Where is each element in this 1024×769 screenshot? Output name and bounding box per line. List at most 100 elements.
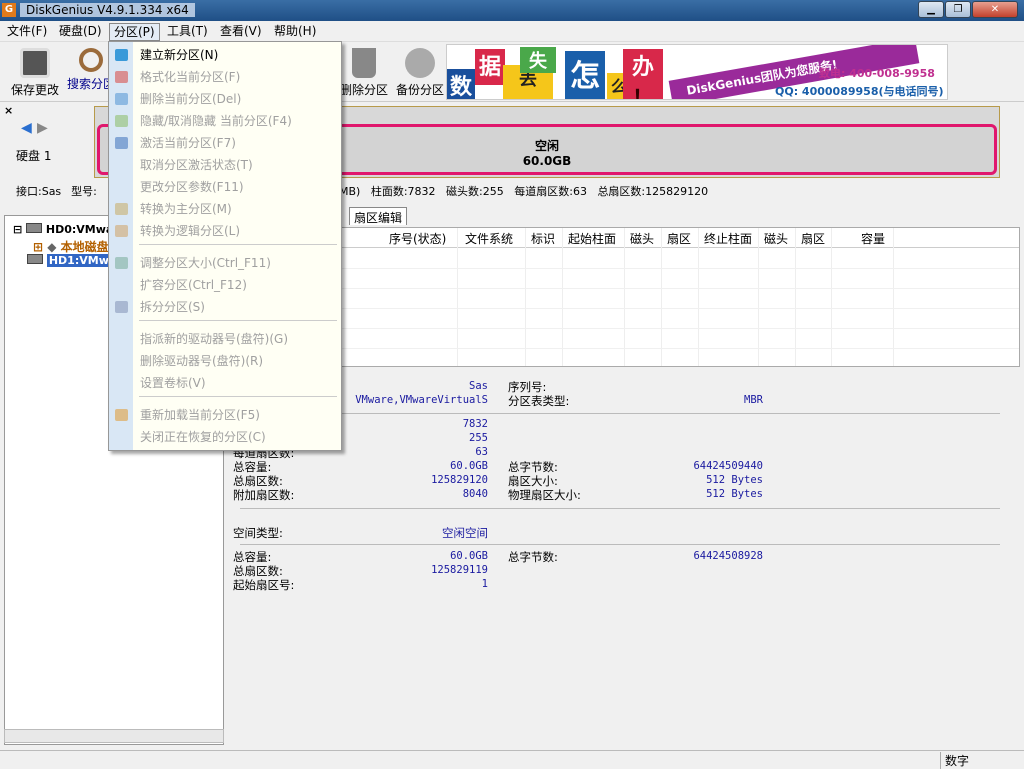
- close-button[interactable]: ✕: [972, 1, 1018, 18]
- disk-interface: 接口:Sas: [16, 185, 62, 198]
- menu-item[interactable]: 转换为主分区(M): [109, 198, 341, 220]
- col-end-sector[interactable]: 扇区: [801, 230, 825, 247]
- menu-item-icon: [115, 409, 128, 421]
- menu-item[interactable]: 指派新的驱动器号(盘符)(G): [109, 328, 341, 350]
- menu-item[interactable]: 取消分区激活状态(T): [109, 154, 341, 176]
- menu-item[interactable]: 删除驱动器号(盘符)(R): [109, 350, 341, 372]
- menu-item-label: 取消分区激活状态(T): [140, 158, 253, 172]
- partition-table: 序号(状态) 文件系统 标识 起始柱面 磁头 扇区 终止柱面 磁头 扇区 容量: [230, 227, 1020, 367]
- free-sectors-value: 125829119: [431, 564, 488, 576]
- menu-item-icon: [115, 71, 128, 83]
- save-changes-button[interactable]: 保存更改: [7, 48, 63, 98]
- start-sector-value: 1: [481, 578, 488, 590]
- menu-item[interactable]: 拆分分区(S): [109, 296, 341, 318]
- menu-item-icon: [115, 49, 128, 61]
- menu-item-label: 拆分分区(S): [140, 300, 205, 314]
- minimize-button[interactable]: ▁: [918, 1, 944, 18]
- physical-sector-size-label: 物理扇区大小:: [508, 488, 581, 502]
- disk-heads: 磁头数:255: [446, 185, 504, 198]
- disk-details: Sas VMware,VMwareVirtualS 序列号: 分区表类型: MB…: [230, 372, 1020, 746]
- banner-char: 办！: [623, 49, 663, 99]
- menu-item-label: 扩容分区(Ctrl_F12): [140, 278, 247, 292]
- close-panel-icon[interactable]: ×: [4, 104, 13, 117]
- disk-total-sectors: 总扇区数:125829120: [597, 185, 709, 198]
- sector-size-value: 512 Bytes: [706, 474, 763, 486]
- spt-value: 63: [475, 446, 488, 458]
- menu-item-label: 调整分区大小(Ctrl_F11): [140, 256, 271, 270]
- model-value: VMware,VMwareVirtualS: [355, 394, 488, 406]
- menu-item[interactable]: 重新加载当前分区(F5): [109, 404, 341, 426]
- total-sectors-value: 125829120: [431, 474, 488, 486]
- menu-item[interactable]: 调整分区大小(Ctrl_F11): [109, 252, 341, 274]
- menu-item[interactable]: 隐藏/取消隐藏 当前分区(F4): [109, 110, 341, 132]
- menu-item[interactable]: 格式化当前分区(F): [109, 66, 341, 88]
- menu-tools[interactable]: 工具(T): [163, 23, 212, 41]
- menu-item[interactable]: 激活当前分区(F7): [109, 132, 341, 154]
- menu-item-label: 更改分区参数(F11): [140, 180, 244, 194]
- start-sector-label: 起始扇区号:: [233, 578, 295, 592]
- status-bar: 数字: [0, 750, 1024, 769]
- menu-bar: 文件(F) 硬盘(D) 分区(P) 工具(T) 查看(V) 帮助(H): [0, 21, 1024, 42]
- col-end-cyl[interactable]: 终止柱面: [704, 230, 752, 247]
- menu-item[interactable]: 关闭正在恢复的分区(C): [109, 426, 341, 448]
- col-start-sector[interactable]: 扇区: [667, 230, 691, 247]
- menu-item[interactable]: 更改分区参数(F11): [109, 176, 341, 198]
- disk-cylinders: 柱面数:7832: [370, 185, 436, 198]
- partition-table-type-label: 分区表类型:: [508, 394, 570, 408]
- menu-item[interactable]: 删除当前分区(Del): [109, 88, 341, 110]
- free-bytes-label: 总字节数:: [508, 550, 558, 564]
- menu-file[interactable]: 文件(F): [3, 23, 51, 41]
- maximize-button[interactable]: ❐: [945, 1, 971, 18]
- col-start-head[interactable]: 磁头: [630, 230, 654, 247]
- tab-sector-editor[interactable]: 扇区编辑: [349, 207, 408, 225]
- banner-phone: 致电: 400-008-9958: [819, 67, 935, 80]
- menu-item-label: 关闭正在恢复的分区(C): [140, 430, 266, 444]
- tree-horizontal-scrollbar[interactable]: [4, 729, 224, 743]
- next-disk-icon[interactable]: ▶: [37, 120, 48, 136]
- menu-item-icon: [115, 225, 128, 237]
- backup-icon: [405, 48, 435, 78]
- table-header: 序号(状态) 文件系统 标识 起始柱面 磁头 扇区 终止柱面 磁头 扇区 容量: [231, 228, 1019, 248]
- col-index[interactable]: 序号(状态): [389, 230, 446, 247]
- cylinders-value: 7832: [462, 418, 488, 430]
- search-icon: [79, 48, 103, 72]
- save-label: 保存更改: [10, 83, 59, 97]
- extra-sectors-label: 附加扇区数:: [233, 488, 295, 502]
- menu-disk[interactable]: 硬盘(D): [55, 23, 106, 41]
- prev-disk-icon[interactable]: ◀: [21, 120, 32, 136]
- disk-number: 硬盘 1: [16, 149, 52, 163]
- menu-item[interactable]: 转换为逻辑分区(L): [109, 220, 341, 242]
- delete-partition-button[interactable]: 删除分区: [336, 48, 392, 98]
- menu-item[interactable]: 建立新分区(N): [109, 44, 341, 66]
- tree-node-local-disk[interactable]: ⊞ ◆ 本地磁盘: [33, 238, 109, 255]
- backup-label: 备份分区: [395, 83, 444, 97]
- total-bytes-value: 64424509440: [693, 460, 763, 472]
- menu-separator: [139, 244, 337, 245]
- partition-menu-dropdown: 建立新分区(N) 格式化当前分区(F) 删除当前分区(Del) 隐藏/取消隐藏 当前分…: [108, 41, 342, 451]
- menu-partition[interactable]: 分区(P): [109, 23, 160, 41]
- ad-banner[interactable]: 数 据 丢 失 怎 么 办！ DiskGenius团队为您服务! 致电: 400…: [446, 44, 948, 100]
- interface-value: Sas: [469, 380, 488, 392]
- menu-item[interactable]: 设置卷标(V): [109, 372, 341, 394]
- partition-table-type-value: MBR: [744, 394, 763, 406]
- menu-view[interactable]: 查看(V): [216, 23, 266, 41]
- menu-item-icon: [115, 93, 128, 105]
- col-start-cyl[interactable]: 起始柱面: [568, 230, 616, 247]
- menu-item[interactable]: 扩容分区(Ctrl_F12): [109, 274, 341, 296]
- banner-char: 据: [475, 49, 505, 85]
- delete-label: 删除分区: [339, 83, 388, 97]
- banner-char: 怎: [565, 51, 605, 99]
- menu-item-label: 隐藏/取消隐藏 当前分区(F4): [140, 114, 292, 128]
- disk-geometry: 0MB) 柱面数:7832 磁头数:255 每道扇区数:63 总扇区数:1258…: [332, 183, 708, 199]
- menu-item-icon: [115, 203, 128, 215]
- menu-item-label: 设置卷标(V): [140, 376, 206, 390]
- col-capacity[interactable]: 容量: [861, 230, 885, 247]
- col-id[interactable]: 标识: [531, 230, 555, 247]
- col-end-head[interactable]: 磁头: [764, 230, 788, 247]
- menu-item-label: 转换为主分区(M): [140, 202, 232, 216]
- col-filesystem[interactable]: 文件系统: [465, 230, 513, 247]
- menu-help[interactable]: 帮助(H): [270, 23, 320, 41]
- backup-partition-button[interactable]: 备份分区: [392, 48, 448, 98]
- app-logo-icon: G: [2, 3, 16, 17]
- banner-qq: QQ: 4000089958(与电话同号): [775, 85, 944, 98]
